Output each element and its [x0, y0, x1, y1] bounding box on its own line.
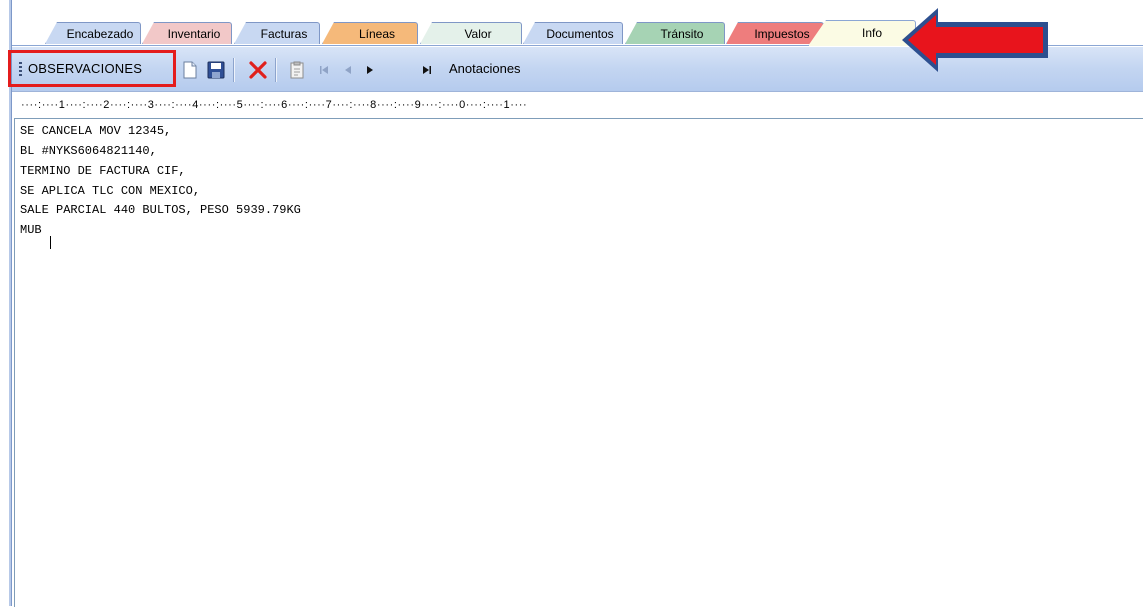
- tab-inventario[interactable]: Inventario: [142, 22, 232, 44]
- tab-impuestos-label: Impuestos: [754, 27, 810, 41]
- toolbar-separator: [275, 58, 276, 82]
- editor-line: BL #NYKS6064821140,: [20, 144, 157, 158]
- editor-line: SE APLICA TLC CON MEXICO,: [20, 184, 201, 198]
- tab-transito[interactable]: Tránsito: [625, 22, 725, 44]
- previous-record-icon: [345, 66, 351, 74]
- tab-documentos[interactable]: Documentos: [523, 22, 623, 44]
- tab-encabezado[interactable]: Encabezado: [45, 22, 141, 44]
- delete-button[interactable]: [247, 59, 269, 81]
- tab-valor-label: Valor: [464, 27, 492, 41]
- tab-lineas[interactable]: Líneas: [322, 22, 418, 44]
- last-record-button[interactable]: [416, 59, 438, 81]
- editor-line: SALE PARCIAL 440 BULTOS, PESO 5939.79KG: [20, 203, 301, 217]
- tab-encabezado-label: Encabezado: [66, 27, 134, 41]
- tab-documentos-label: Documentos: [546, 27, 614, 41]
- ruler-scale: ····:····1····:····2····:····3····:····4…: [21, 99, 528, 111]
- editor-line: TERMINO DE FACTURA CIF,: [20, 164, 186, 178]
- next-record-icon: [367, 66, 373, 74]
- last-record-icon: [423, 66, 431, 74]
- previous-record-button[interactable]: [337, 59, 359, 81]
- editor-line: MUB: [20, 223, 42, 237]
- text-caret: [50, 236, 51, 249]
- observaciones-title: OBSERVACIONES: [8, 50, 176, 87]
- tab-facturas-label: Facturas: [260, 27, 308, 41]
- tab-inventario-label: Inventario: [167, 27, 221, 41]
- tab-facturas[interactable]: Facturas: [234, 22, 320, 44]
- clipboard-icon: [290, 61, 304, 79]
- toolbar-grip[interactable]: [19, 61, 22, 76]
- tab-info-label: Info: [861, 26, 882, 40]
- toolbar-separator: [233, 58, 234, 82]
- new-document-icon: [183, 61, 197, 79]
- annotation-arrow: [902, 8, 1048, 72]
- tab-impuestos[interactable]: Impuestos: [726, 22, 824, 44]
- tab-lineas-label: Líneas: [358, 27, 396, 41]
- clipboard-button[interactable]: [286, 59, 308, 81]
- editor-line: SE CANCELA MOV 12345,: [20, 124, 172, 138]
- new-document-button[interactable]: [179, 59, 201, 81]
- first-record-icon: [320, 66, 328, 74]
- delete-icon: [249, 61, 267, 79]
- anotaciones-label: Anotaciones: [449, 61, 521, 76]
- tab-transito-label: Tránsito: [660, 27, 704, 41]
- observaciones-label: OBSERVACIONES: [28, 61, 143, 76]
- save-icon: [207, 61, 225, 79]
- save-button[interactable]: [205, 59, 227, 81]
- tab-valor[interactable]: Valor: [420, 22, 522, 44]
- first-record-button[interactable]: [313, 59, 335, 81]
- next-record-button[interactable]: [359, 59, 381, 81]
